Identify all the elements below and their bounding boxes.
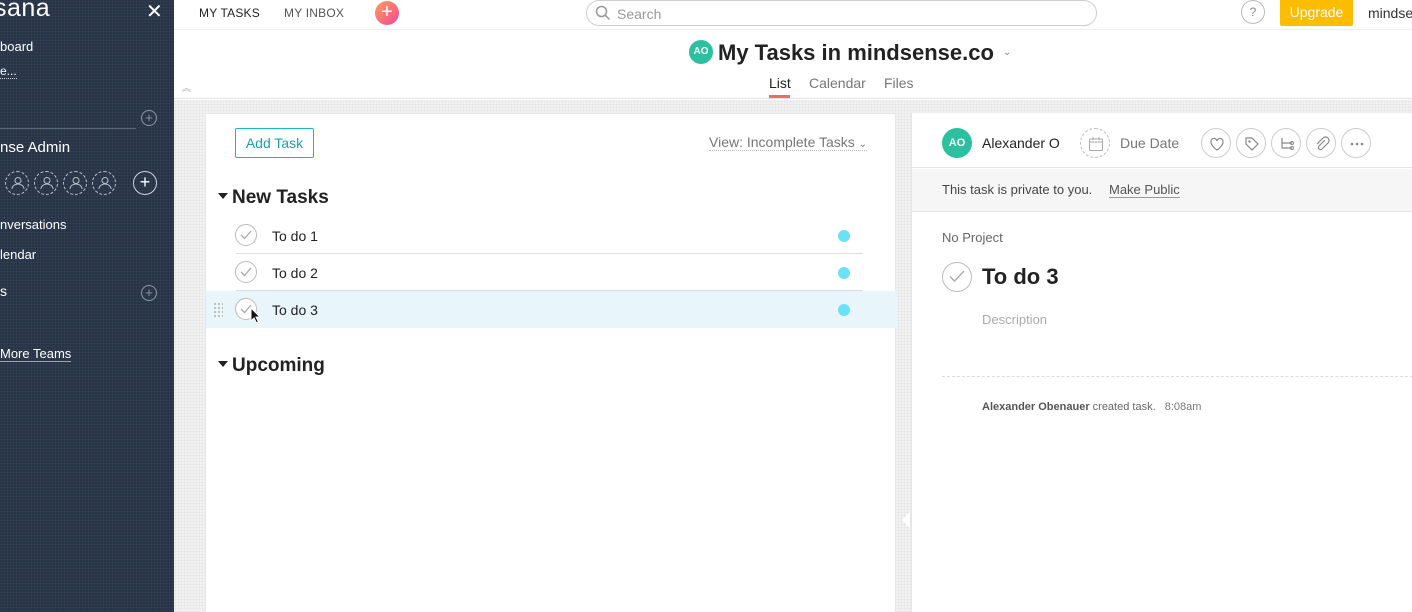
- task-row-selected[interactable]: To do 3: [206, 291, 897, 328]
- search-icon: [595, 5, 611, 26]
- team-member-placeholder-icon[interactable]: [92, 171, 116, 195]
- due-date-button[interactable]: Due Date: [1120, 135, 1179, 151]
- chevron-down-icon: ⌄: [858, 139, 868, 150]
- tab-calendar[interactable]: Calendar: [809, 75, 866, 91]
- task-row[interactable]: To do 1: [206, 217, 897, 254]
- heart-icon[interactable]: [1201, 128, 1231, 158]
- upgrade-button[interactable]: Upgrade: [1280, 0, 1353, 26]
- search-input[interactable]: Search: [586, 0, 1097, 26]
- task-status-dot: [838, 267, 850, 279]
- add-project-icon[interactable]: +: [141, 285, 157, 301]
- privacy-banner: This task is private to you. Make Public: [912, 169, 1412, 212]
- top-bar: MY TASKS MY INBOX + Search ? Upgrade min…: [174, 0, 1412, 30]
- task-name[interactable]: To do 3: [272, 302, 318, 318]
- attachment-icon[interactable]: [1306, 128, 1336, 158]
- complete-task-check-icon[interactable]: [942, 262, 972, 292]
- activity-user[interactable]: Alexander Obenauer: [982, 401, 1090, 413]
- main-area: Add Task View: Incomplete Tasks ⌄ New Ta…: [174, 100, 1412, 612]
- collapse-triangle-icon[interactable]: [218, 192, 228, 199]
- task-detail-pane: AO Alexander O Due Date This task is pri…: [911, 113, 1412, 612]
- section-header-new-tasks[interactable]: New Tasks: [218, 187, 329, 209]
- assignee-avatar[interactable]: AO: [942, 128, 972, 158]
- add-team-member-icon[interactable]: +: [133, 171, 157, 195]
- sidebar-item-conversations[interactable]: nversations: [0, 217, 66, 232]
- team-member-placeholder-icon[interactable]: [63, 171, 87, 195]
- complete-check-icon[interactable]: [235, 261, 257, 283]
- description-field[interactable]: Description: [982, 312, 1047, 327]
- tab-files[interactable]: Files: [884, 75, 914, 91]
- pane-pointer: [902, 512, 910, 528]
- quick-add-button[interactable]: +: [375, 1, 399, 25]
- task-status-dot: [838, 304, 850, 316]
- task-row[interactable]: To do 2: [206, 254, 897, 291]
- page-header: ︽ AO My Tasks in mindsense.co ⌄ List Cal…: [174, 31, 1412, 99]
- calendar-icon[interactable]: [1080, 128, 1110, 158]
- tag-icon[interactable]: [1236, 128, 1266, 158]
- sidebar-projects-header: s: [0, 283, 7, 299]
- active-tab-indicator: [769, 95, 790, 98]
- sidebar-customize-link[interactable]: e...: [0, 64, 17, 79]
- assignee-name[interactable]: Alexander O: [982, 135, 1060, 151]
- activity-divider: [942, 376, 1412, 377]
- section-title: Upcoming: [232, 355, 325, 376]
- task-name[interactable]: To do 1: [272, 228, 318, 244]
- tab-my-inbox[interactable]: MY INBOX: [284, 6, 344, 20]
- add-favorite-icon[interactable]: +: [141, 110, 157, 126]
- section-header-upcoming[interactable]: Upcoming: [218, 355, 325, 377]
- chevron-down-icon[interactable]: ⌄: [1003, 47, 1011, 58]
- asana-logo[interactable]: sana: [0, 0, 50, 23]
- make-public-link[interactable]: Make Public: [1109, 182, 1180, 198]
- task-detail-toolbar: AO Alexander O Due Date: [912, 113, 1412, 168]
- drag-handle-icon[interactable]: [213, 302, 223, 318]
- subtask-icon[interactable]: [1271, 128, 1301, 158]
- privacy-text: This task is private to you.: [942, 182, 1093, 197]
- sidebar-item-calendar[interactable]: lendar: [0, 247, 36, 262]
- view-selector[interactable]: View: Incomplete Tasks ⌄: [709, 134, 868, 151]
- activity-time: 8:08am: [1164, 401, 1202, 413]
- page-title[interactable]: My Tasks in mindsense.co: [718, 40, 994, 66]
- complete-check-icon[interactable]: [235, 224, 257, 246]
- help-button[interactable]: ?: [1241, 0, 1265, 24]
- task-list-pane: Add Task View: Incomplete Tasks ⌄ New Ta…: [205, 113, 897, 612]
- close-sidebar-icon[interactable]: ✕: [146, 2, 163, 22]
- team-member-placeholder-icon[interactable]: [5, 171, 29, 195]
- activity-action: created task.: [1092, 401, 1156, 413]
- collapse-icon[interactable]: ︽: [182, 81, 191, 94]
- tab-my-tasks[interactable]: MY TASKS: [199, 6, 260, 20]
- sidebar-team-name[interactable]: nse Admin: [0, 139, 70, 156]
- activity-story: Alexander Obenauer created task. 8:08am: [982, 401, 1201, 413]
- avatar: AO: [689, 40, 713, 64]
- more-teams-link[interactable]: More Teams: [0, 346, 72, 362]
- sidebar-item-dashboard[interactable]: board: [0, 39, 33, 54]
- section-title: New Tasks: [232, 187, 329, 208]
- tab-list[interactable]: List: [769, 75, 791, 91]
- sidebar-divider: [0, 128, 136, 129]
- organization-switcher[interactable]: mindse: [1368, 5, 1412, 21]
- search-placeholder: Search: [617, 6, 662, 22]
- task-status-dot: [838, 230, 850, 242]
- project-field[interactable]: No Project: [942, 230, 1003, 245]
- collapse-triangle-icon[interactable]: [218, 360, 228, 367]
- view-selector-label: View: Incomplete Tasks: [709, 134, 855, 150]
- add-task-button[interactable]: Add Task: [235, 128, 314, 158]
- team-member-placeholder-icon[interactable]: [34, 171, 58, 195]
- task-name[interactable]: To do 2: [272, 265, 318, 281]
- task-title[interactable]: To do 3: [982, 264, 1059, 290]
- more-options-icon[interactable]: [1341, 128, 1371, 158]
- sidebar: sana ✕ board e... + nse Admin + nversati…: [0, 0, 174, 612]
- mouse-cursor-icon: [250, 306, 262, 329]
